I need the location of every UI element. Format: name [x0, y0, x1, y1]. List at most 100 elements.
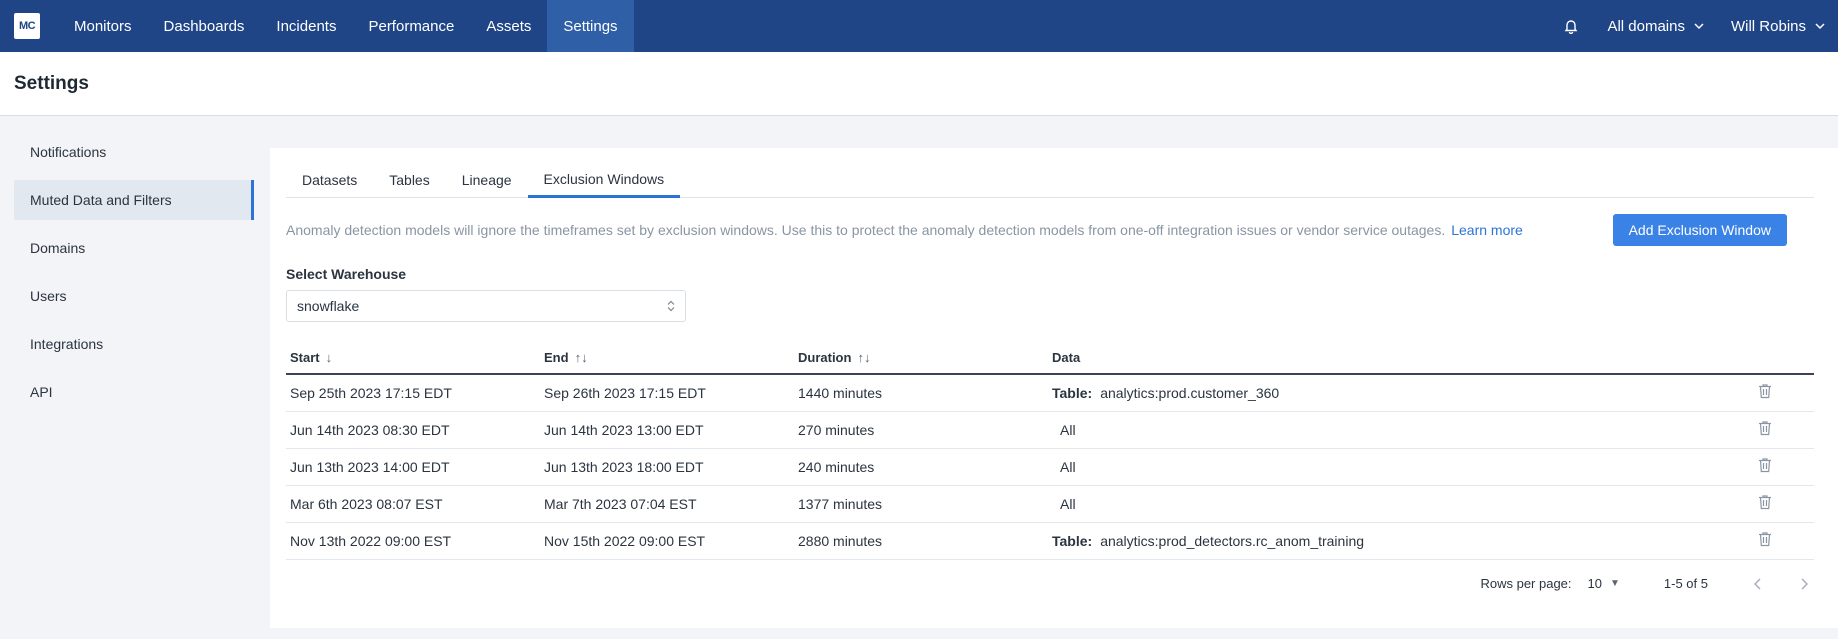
tab-datasets[interactable]: Datasets	[286, 162, 373, 198]
chevron-down-icon	[1693, 20, 1705, 32]
settings-sidebar: Notifications Muted Data and Filters Dom…	[0, 132, 270, 628]
tab-lineage[interactable]: Lineage	[446, 162, 528, 198]
data-value: analytics:prod_detectors.rc_anom_trainin…	[1100, 532, 1365, 549]
column-header-start[interactable]: Start ↓	[286, 342, 540, 375]
sidebar-item-muted-data-and-filters[interactable]: Muted Data and Filters	[14, 180, 254, 220]
page-body: Notifications Muted Data and Filters Dom…	[0, 116, 1838, 628]
sidebar-item-notifications[interactable]: Notifications	[14, 132, 254, 172]
pagination: Rows per page: 10 ▼ 1-5 of 5	[286, 574, 1814, 594]
cell-end: Nov 15th 2022 09:00 EST	[540, 522, 794, 560]
cell-data: All	[1048, 485, 1734, 523]
user-menu-dropdown[interactable]: Will Robins	[1731, 18, 1826, 35]
sidebar-item-users[interactable]: Users	[14, 276, 254, 316]
column-header-start-label: Start	[290, 350, 320, 365]
table-row: Jun 13th 2023 14:00 EDT Jun 13th 2023 18…	[286, 448, 1814, 486]
sort-icon: ↑↓	[574, 350, 588, 365]
select-warehouse-label: Select Warehouse	[286, 266, 407, 282]
table-row: Nov 13th 2022 09:00 EST Nov 15th 2022 09…	[286, 522, 1814, 560]
nav-item-monitors[interactable]: Monitors	[58, 0, 148, 52]
nav-item-incidents[interactable]: Incidents	[260, 0, 352, 52]
table-row: Jun 14th 2023 08:30 EDT Jun 14th 2023 13…	[286, 411, 1814, 449]
description-text: Anomaly detection models will ignore the…	[286, 222, 1446, 238]
tab-bar: Datasets Tables Lineage Exclusion Window…	[286, 162, 1814, 198]
cell-actions	[1734, 448, 1814, 486]
exclusion-windows-table: Start ↓ End ↑↓ Duration ↑↓ Data Sep 25th 20…	[286, 342, 1814, 560]
domains-dropdown[interactable]: All domains	[1607, 18, 1705, 35]
cell-duration: 1377 minutes	[794, 485, 1048, 523]
table-row: Mar 6th 2023 08:07 EST Mar 7th 2023 07:0…	[286, 485, 1814, 523]
user-name: Will Robins	[1730, 17, 1806, 35]
cell-start: Jun 13th 2023 14:00 EDT	[286, 448, 540, 486]
column-header-duration-label: Duration	[798, 350, 852, 365]
cell-start: Nov 13th 2022 09:00 EST	[286, 522, 540, 560]
rows-per-page-label: Rows per page:	[1480, 576, 1572, 591]
data-type-label: Table:	[1052, 532, 1093, 549]
cell-data: All	[1048, 411, 1734, 449]
sidebar-item-integrations[interactable]: Integrations	[14, 324, 254, 364]
rows-per-page-value: 10	[1587, 576, 1602, 591]
cell-actions	[1734, 374, 1814, 412]
learn-more-link[interactable]: Learn more	[1451, 222, 1523, 238]
mc-logo[interactable]: MC	[14, 13, 40, 39]
cell-actions	[1734, 522, 1814, 560]
cell-data: Table: analytics:prod.customer_360	[1048, 374, 1734, 412]
chevron-down-icon	[1814, 20, 1826, 32]
nav-item-performance[interactable]: Performance	[352, 0, 470, 52]
cell-start: Jun 14th 2023 08:30 EDT	[286, 411, 540, 449]
table-row: Sep 25th 2023 17:15 EDT Sep 26th 2023 17…	[286, 374, 1814, 412]
trash-icon[interactable]	[1756, 420, 1772, 436]
trash-icon[interactable]	[1756, 457, 1772, 473]
cell-end: Jun 14th 2023 13:00 EDT	[540, 411, 794, 449]
warehouse-select-value: snowflake	[297, 298, 360, 314]
caret-down-icon: ▼	[1610, 578, 1620, 589]
cell-actions	[1734, 411, 1814, 449]
trash-icon[interactable]	[1756, 383, 1772, 399]
bell-icon[interactable]	[1561, 16, 1581, 36]
trash-icon[interactable]	[1756, 531, 1772, 547]
tab-tables[interactable]: Tables	[373, 162, 445, 198]
nav-items: Monitors Dashboards Incidents Performanc…	[58, 0, 634, 52]
column-header-end[interactable]: End ↑↓	[540, 342, 794, 375]
next-page-icon[interactable]	[1794, 574, 1814, 594]
sidebar-item-api[interactable]: API	[14, 372, 254, 412]
cell-end: Jun 13th 2023 18:00 EDT	[540, 448, 794, 486]
column-header-actions	[1734, 342, 1814, 375]
cell-duration: 1440 minutes	[794, 374, 1048, 412]
domains-dropdown-label: All domains	[1607, 17, 1685, 35]
rows-per-page-select[interactable]: 10 ▼	[1588, 576, 1620, 591]
pagination-range: 1-5 of 5	[1663, 576, 1708, 591]
column-header-data-label: Data	[1052, 350, 1081, 365]
cell-duration: 270 minutes	[794, 411, 1048, 449]
nav-right-controls: All domains Will Robins	[1561, 0, 1838, 52]
nav-item-assets[interactable]: Assets	[470, 0, 547, 52]
data-value: All	[1060, 458, 1076, 475]
cell-data: All	[1048, 448, 1734, 486]
add-exclusion-window-button[interactable]: Add Exclusion Window	[1612, 214, 1787, 246]
cell-actions	[1734, 485, 1814, 523]
warehouse-select[interactable]: snowflake	[286, 290, 686, 322]
data-type-label: Table:	[1052, 384, 1093, 401]
select-arrows-icon	[667, 300, 675, 312]
column-header-end-label: End	[544, 350, 569, 365]
sort-icon: ↑↓	[857, 350, 871, 365]
top-navigation-bar: MC Monitors Dashboards Incidents Perform…	[0, 0, 1838, 52]
nav-item-settings[interactable]: Settings	[547, 0, 634, 52]
data-value: All	[1060, 495, 1076, 512]
column-header-duration[interactable]: Duration ↑↓	[794, 342, 1048, 375]
cell-duration: 2880 minutes	[794, 522, 1048, 560]
description-row: Anomaly detection models will ignore the…	[286, 214, 1814, 246]
sort-descending-icon: ↓	[325, 350, 333, 365]
table-header-row: Start ↓ End ↑↓ Duration ↑↓ Data	[286, 342, 1814, 375]
sidebar-item-domains[interactable]: Domains	[14, 228, 254, 268]
cell-end: Sep 26th 2023 17:15 EDT	[540, 374, 794, 412]
previous-page-icon[interactable]	[1748, 574, 1768, 594]
tab-exclusion-windows[interactable]: Exclusion Windows	[527, 162, 681, 198]
main-panel: Datasets Tables Lineage Exclusion Window…	[270, 148, 1838, 628]
page-title: Settings	[14, 72, 89, 94]
cell-end: Mar 7th 2023 07:04 EST	[540, 485, 794, 523]
nav-item-dashboards[interactable]: Dashboards	[148, 0, 261, 52]
trash-icon[interactable]	[1756, 494, 1772, 510]
data-value: All	[1060, 421, 1076, 438]
cell-duration: 240 minutes	[794, 448, 1048, 486]
data-value: analytics:prod.customer_360	[1100, 384, 1280, 401]
